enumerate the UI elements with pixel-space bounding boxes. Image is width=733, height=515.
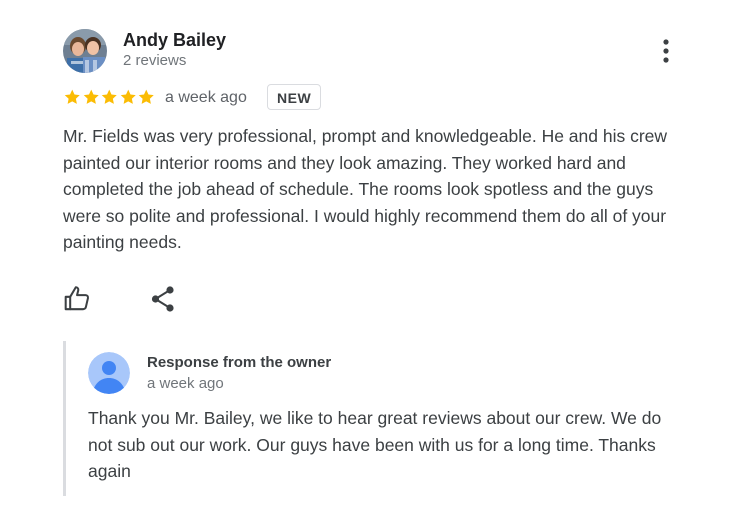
star-rating	[63, 86, 156, 108]
owner-response-title: Response from the owner	[147, 354, 332, 371]
new-badge: NEW	[267, 84, 322, 110]
review-text: Mr. Fields was very professional, prompt…	[63, 126, 668, 252]
person-icon	[88, 352, 130, 394]
owner-response-divider	[63, 341, 66, 496]
star-icon	[64, 89, 80, 104]
more-vert-icon[interactable]	[656, 38, 676, 64]
reviewer-review-count[interactable]: 2 reviews	[123, 52, 186, 70]
share-icon[interactable]	[151, 286, 175, 312]
owner-response-text: Thank you Mr. Bailey, we like to hear gr…	[88, 408, 662, 481]
star-icon	[138, 89, 154, 104]
reviewer-avatar[interactable]	[63, 29, 107, 73]
star-icon	[101, 89, 117, 104]
review-time: a week ago	[165, 89, 247, 106]
reviewer-name[interactable]: Andy Bailey	[123, 29, 226, 51]
star-icon	[83, 89, 99, 104]
reviewer-photo	[63, 29, 107, 73]
star-icon	[120, 89, 136, 104]
owner-response-time: a week ago	[147, 375, 224, 392]
thumb-up-icon[interactable]	[64, 285, 91, 312]
